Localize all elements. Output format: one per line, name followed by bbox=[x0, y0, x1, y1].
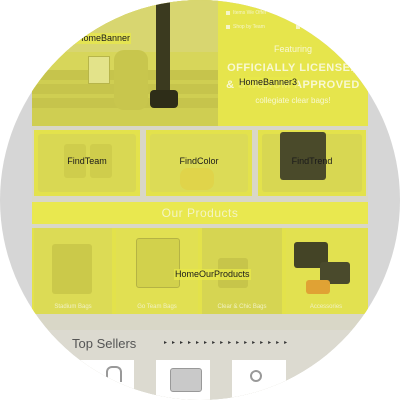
banner-menu-label: Size & Policy bbox=[303, 10, 333, 16]
photo-wall bbox=[32, 0, 218, 52]
bullet-icon bbox=[226, 24, 230, 29]
banner-photo bbox=[32, 0, 218, 126]
product-caption: Go Team Bags bbox=[137, 304, 177, 310]
photo-person bbox=[114, 50, 148, 110]
home-banner-3-label: HomeBanner3 bbox=[238, 77, 299, 88]
top-seller-item[interactable] bbox=[232, 360, 286, 400]
banner-menu-item[interactable]: Shop by Team bbox=[226, 24, 265, 30]
circular-viewport: Items We Offer Size & Policy Shop by Tea… bbox=[0, 0, 400, 400]
bullet-icon bbox=[296, 10, 300, 15]
product-image bbox=[250, 370, 262, 382]
photo-clear-bag bbox=[88, 56, 110, 84]
banner-menu-item[interactable]: Items We Offer bbox=[226, 10, 266, 16]
find-team-label: FindTeam bbox=[67, 156, 107, 166]
our-products-title: Our Products bbox=[161, 206, 239, 220]
top-seller-item[interactable] bbox=[80, 360, 134, 400]
scroll-arrows-icon[interactable]: ▸▸▸▸▸▸▸▸▸▸▸▸▸▸▸▸ bbox=[164, 339, 292, 346]
product-caption: Clear & Chic Bags bbox=[217, 304, 267, 310]
banner-menu-item[interactable]: Policy Rules bbox=[296, 24, 331, 30]
product-accessories[interactable]: Accessories bbox=[286, 228, 366, 314]
bullet-icon bbox=[296, 24, 300, 29]
product-image bbox=[106, 366, 122, 382]
banner-subline: collegiate clear bags! bbox=[255, 96, 331, 105]
screenshot-stage: Items We Offer Size & Policy Shop by Tea… bbox=[0, 0, 400, 400]
home-banner-label: HomeBanner bbox=[76, 33, 132, 44]
find-color-label: FindColor bbox=[179, 156, 219, 166]
product-image bbox=[170, 368, 202, 392]
web-page: Items We Offer Size & Policy Shop by Tea… bbox=[32, 0, 368, 400]
bullet-icon bbox=[226, 10, 230, 15]
our-products-header: Our Products bbox=[32, 202, 368, 224]
product-caption: Accessories bbox=[309, 304, 343, 310]
top-seller-item[interactable] bbox=[156, 360, 210, 400]
home-our-products: Stadium Bags Go Team Bags Clear & Chic B… bbox=[32, 228, 368, 314]
home-our-products-label: HomeOurProducts bbox=[174, 269, 251, 280]
product-image bbox=[136, 238, 180, 288]
find-team-card[interactable]: FindTeam bbox=[34, 130, 140, 196]
top-sellers-title: Top Sellers bbox=[72, 336, 137, 351]
find-color-bag bbox=[180, 168, 214, 190]
banner-headline-1: OFFICIALLY LICENSED bbox=[227, 62, 359, 74]
product-caption: Stadium Bags bbox=[54, 304, 92, 310]
find-trend-card[interactable]: FindTrend bbox=[258, 130, 366, 196]
chevron-right-icon[interactable]: › bbox=[352, 58, 358, 79]
banner-menu-item[interactable]: Size & Policy bbox=[296, 10, 332, 16]
find-cards-row: FindTeam FindColor FindTrend bbox=[32, 130, 368, 196]
find-color-card[interactable]: FindColor bbox=[146, 130, 252, 196]
banner-text-panel: Items We Offer Size & Policy Shop by Tea… bbox=[218, 0, 368, 126]
banner-menu-label: Shop by Team bbox=[233, 24, 265, 30]
find-trend-label: FindTrend bbox=[291, 156, 333, 166]
banner-featuring: Featuring bbox=[273, 44, 313, 54]
home-banner[interactable]: Items We Offer Size & Policy Shop by Tea… bbox=[32, 0, 368, 126]
top-sellers: Top Sellers ▸▸▸▸▸▸▸▸▸▸▸▸▸▸▸▸ bbox=[32, 330, 368, 400]
product-image bbox=[52, 244, 92, 294]
banner-menu-label: Items We Offer bbox=[233, 10, 267, 16]
product-stadium-bags[interactable]: Stadium Bags bbox=[34, 228, 112, 314]
photo-lamp-post-base bbox=[150, 90, 178, 108]
product-image bbox=[306, 280, 330, 294]
banner-menu-label: Policy Rules bbox=[303, 24, 331, 30]
